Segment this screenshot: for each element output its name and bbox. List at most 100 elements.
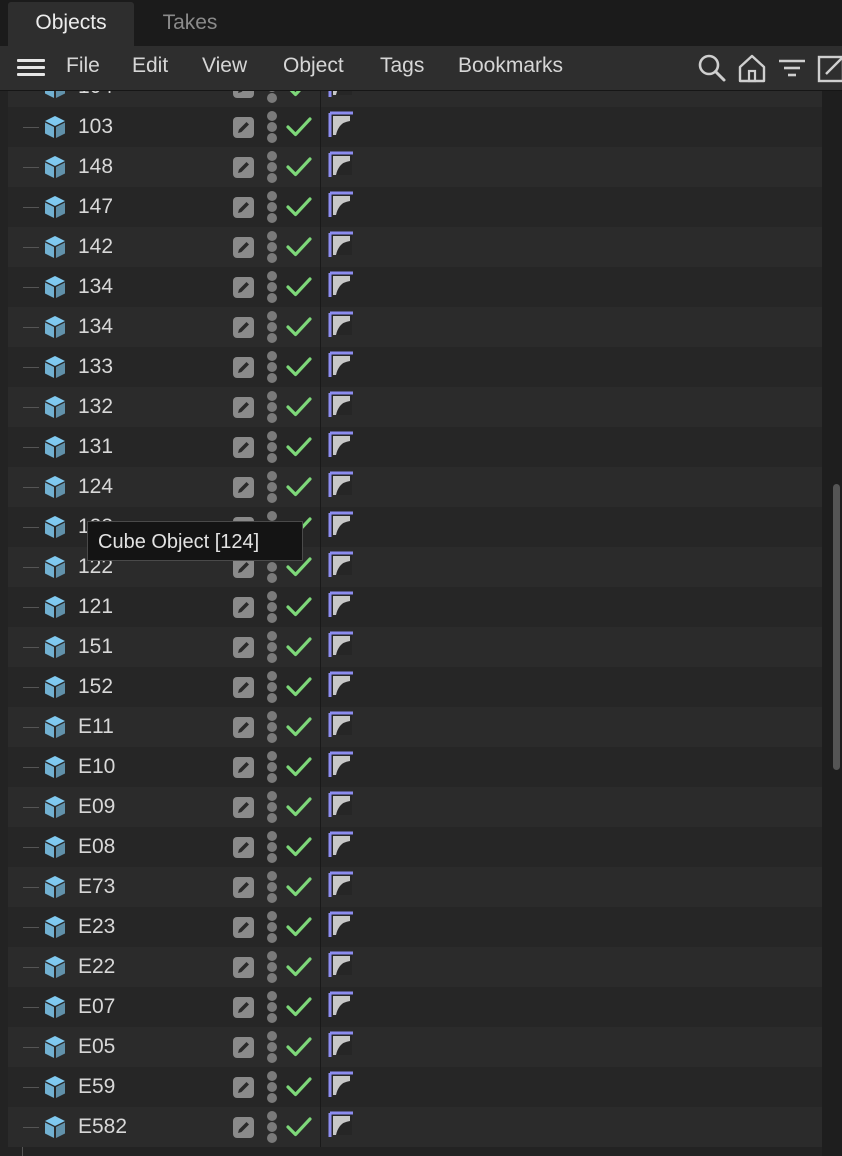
edit-pencil-icon[interactable] [233,597,254,618]
enabled-check-icon[interactable] [286,916,312,938]
enabled-check-icon[interactable] [286,156,312,178]
menu-edit[interactable]: Edit [132,46,168,90]
enabled-check-icon[interactable] [286,91,312,98]
object-name[interactable]: E59 [78,1067,115,1107]
enabled-check-icon[interactable] [286,1116,312,1138]
phong-tag-icon[interactable] [328,151,356,179]
object-name[interactable]: 131 [78,427,113,467]
edit-pencil-icon[interactable] [233,1077,254,1098]
object-name[interactable]: 132 [78,387,113,427]
tree-row[interactable]: E59 [8,1067,822,1107]
object-name[interactable]: E08 [78,827,115,867]
phong-tag-icon[interactable] [328,191,356,219]
tree-row[interactable]: E09 [8,787,822,827]
visibility-dots-icon[interactable] [265,670,279,704]
visibility-dots-icon[interactable] [265,870,279,904]
phong-tag-icon[interactable] [328,1031,356,1059]
edit-pencil-icon[interactable] [233,197,254,218]
object-name[interactable]: 133 [78,347,113,387]
phong-tag-icon[interactable] [328,351,356,379]
phong-tag-icon[interactable] [328,471,356,499]
edit-pencil-icon[interactable] [233,1117,254,1138]
visibility-dots-icon[interactable] [265,310,279,344]
tree-row[interactable]: E73 [8,867,822,907]
phong-tag-icon[interactable] [328,511,356,539]
object-name[interactable]: E07 [78,987,115,1027]
phong-tag-icon[interactable] [328,991,356,1019]
visibility-dots-icon[interactable] [265,390,279,424]
object-name[interactable]: E09 [78,787,115,827]
visibility-dots-icon[interactable] [265,430,279,464]
tree-row[interactable]: 134 [8,267,822,307]
object-name[interactable]: 151 [78,627,113,667]
visibility-dots-icon[interactable] [265,150,279,184]
tree-row[interactable]: 148 [8,147,822,187]
tree-row[interactable]: E23 [8,907,822,947]
enabled-check-icon[interactable] [286,316,312,338]
tree-row[interactable]: E11 [8,707,822,747]
edit-pencil-icon[interactable] [233,637,254,658]
scrollbar-thumb[interactable] [833,484,840,770]
tree-row[interactable]: 124 [8,467,822,507]
visibility-dots-icon[interactable] [265,790,279,824]
phong-tag-icon[interactable] [328,91,356,99]
object-name[interactable]: E11 [78,707,114,747]
enabled-check-icon[interactable] [286,596,312,618]
enabled-check-icon[interactable] [286,756,312,778]
phong-tag-icon[interactable] [328,1071,356,1099]
enabled-check-icon[interactable] [286,476,312,498]
visibility-dots-icon[interactable] [265,1110,279,1144]
object-name[interactable]: 104 [78,91,113,107]
phong-tag-icon[interactable] [328,311,356,339]
phong-tag-icon[interactable] [328,231,356,259]
edit-pencil-icon[interactable] [233,157,254,178]
edit-pencil-icon[interactable] [233,397,254,418]
object-name[interactable]: E10 [78,747,115,787]
tree-row[interactable]: 152 [8,667,822,707]
phong-tag-icon[interactable] [328,791,356,819]
visibility-dots-icon[interactable] [265,230,279,264]
visibility-dots-icon[interactable] [265,630,279,664]
object-name[interactable]: 121 [78,587,113,627]
visibility-dots-icon[interactable] [265,830,279,864]
phong-tag-icon[interactable] [328,831,356,859]
phong-tag-icon[interactable] [328,911,356,939]
visibility-dots-icon[interactable] [265,750,279,784]
object-tree[interactable]: 1041031481471421341341331321311241231221… [0,91,822,1156]
hamburger-menu-icon[interactable] [17,56,47,80]
edit-pencil-icon[interactable] [233,757,254,778]
visibility-dots-icon[interactable] [265,91,279,104]
enabled-check-icon[interactable] [286,716,312,738]
visibility-dots-icon[interactable] [265,350,279,384]
tree-row[interactable]: 133 [8,347,822,387]
menu-file[interactable]: File [66,46,100,90]
edit-pencil-icon[interactable] [233,957,254,978]
edit-pencil-icon[interactable] [233,91,254,98]
enabled-check-icon[interactable] [286,1076,312,1098]
tree-row[interactable]: E07 [8,987,822,1027]
edit-pencil-icon[interactable] [233,117,254,138]
tab-objects[interactable]: Objects [8,2,134,46]
phong-tag-icon[interactable] [328,711,356,739]
edit-pencil-icon[interactable] [233,477,254,498]
tree-row[interactable]: 147 [8,187,822,227]
phong-tag-icon[interactable] [328,871,356,899]
object-name[interactable]: 124 [78,467,113,507]
phong-tag-icon[interactable] [328,391,356,419]
visibility-dots-icon[interactable] [265,710,279,744]
phong-tag-icon[interactable] [328,951,356,979]
object-name[interactable]: E22 [78,947,115,987]
edit-pencil-icon[interactable] [233,357,254,378]
tree-row[interactable]: 103 [8,107,822,147]
visibility-dots-icon[interactable] [265,950,279,984]
tree-row[interactable]: E05 [8,1027,822,1067]
enabled-check-icon[interactable] [286,796,312,818]
tree-row[interactable]: E582 [8,1107,822,1147]
visibility-dots-icon[interactable] [265,1070,279,1104]
tree-row[interactable]: 131 [8,427,822,467]
phong-tag-icon[interactable] [328,551,356,579]
enabled-check-icon[interactable] [286,636,312,658]
edit-pencil-icon[interactable] [233,317,254,338]
enabled-check-icon[interactable] [286,996,312,1018]
visibility-dots-icon[interactable] [265,470,279,504]
